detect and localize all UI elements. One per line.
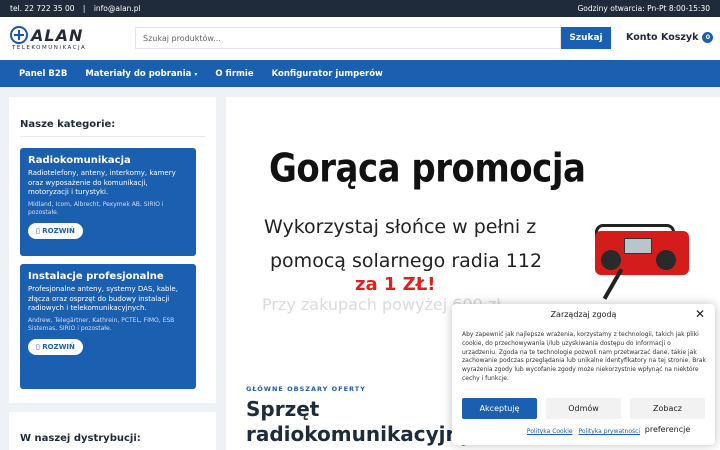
category-title: Instalacje profesjonalne (28, 271, 164, 282)
promo-line-2: pomocą solarnego radia 112 (270, 250, 543, 272)
privacy-policy-link[interactable]: Polityka prywatności (578, 428, 640, 435)
chevron-down-icon: ▾ (194, 70, 198, 78)
logo-subtitle: TELEKOMUNIKACJA (12, 44, 87, 51)
site-header: ALAN TELEKOMUNIKACJA Szukaj (0, 17, 720, 59)
nav-item-about[interactable]: O firmie (215, 69, 253, 79)
topbar-separator: | (82, 4, 86, 13)
distribution-title: W naszej dystrybucji: (20, 433, 141, 444)
logo-name: ALAN (31, 25, 84, 45)
offer-kicker: GŁÓWNE OBSZARY OFERTY (246, 385, 366, 393)
sidebar-title: Nasze kategorie: (20, 119, 116, 130)
promo-title: Gorąca promocja (269, 146, 586, 192)
category-card-radio[interactable]: Radiokomunikacja Radiotelefony, anteny, … (20, 148, 196, 256)
cookie-consent-dialog: Zarządzaj zgodą ✕ Aby zapewnić jak najle… (452, 304, 715, 445)
email-link[interactable]: info@alan.pl (94, 4, 141, 13)
main-nav: Panel B2B Materiały do pobrania ▾ O firmi… (0, 60, 720, 87)
category-title: Radiokomunikacja (28, 155, 131, 166)
nav-item-downloads[interactable]: Materiały do pobrania ▾ (85, 69, 197, 79)
categories-sidebar: Nasze kategorie: Radiokomunikacja Radiot… (9, 97, 216, 403)
cookie-policy-link[interactable]: Polityka Cookie (527, 428, 573, 435)
nav-item-panel-b2b[interactable]: Panel B2B (19, 69, 67, 79)
close-icon[interactable]: ✕ (695, 307, 705, 321)
nav-item-downloads-label: Materiały do pobrania (85, 68, 192, 79)
cart-label: Koszyk (661, 32, 699, 43)
expand-button[interactable]: ▯ ROZWIŃ (28, 338, 83, 355)
opening-hours: Godziny otwarcia: Pn-Pt 8:00-15:30 (577, 4, 710, 13)
site-logo[interactable]: ALAN TELEKOMUNIKACJA (10, 26, 120, 51)
category-description: Radiotelefony, anteny, interkomy, kamery… (28, 169, 176, 196)
expand-button[interactable]: ▯ ROZWIŃ (28, 222, 83, 239)
search-button[interactable]: Szukaj (561, 27, 611, 49)
category-description: Profesjonalne anteny, systemy DAS, kable… (28, 285, 178, 312)
divider (20, 136, 206, 137)
expand-label: ROZWIŃ (42, 226, 75, 235)
deny-button[interactable]: Odmów (546, 398, 621, 419)
search-bar: Szukaj (135, 27, 611, 49)
radio-image-speaker (656, 250, 676, 270)
consent-title: Zarządzaj zgodą (550, 310, 617, 319)
consent-text: Aby zapewnić jak najlepsze wrażenia, kor… (462, 331, 706, 382)
category-brands: Midland, Icom, Albrecht, Pexymek AB, SIR… (28, 200, 164, 216)
category-card-installations[interactable]: Instalacje profesjonalne Profesjonalne a… (20, 264, 196, 389)
promo-price: za 1 ZŁ! (355, 274, 436, 295)
radio-image-display (624, 238, 652, 254)
category-brands: Andrew, Telegärtner, Kathrein, PCTEL, FI… (28, 316, 175, 332)
account-link[interactable]: Konto (626, 32, 658, 43)
distribution-panel: W naszej dystrybucji: (9, 412, 216, 450)
preferences-button[interactable]: Zobacz preferencje (630, 398, 705, 434)
nav-item-jumper-configurator[interactable]: Konfigurator jumperów (272, 69, 383, 79)
radio-image-speaker (601, 250, 621, 270)
globe-icon (10, 26, 28, 44)
accept-button[interactable]: Akceptuję (462, 398, 537, 419)
expand-label: ROZWIŃ (42, 342, 75, 351)
consent-buttons: Akceptuję Odmów Zobacz preferencje (462, 398, 705, 434)
promo-line-1: Wykorzystaj słońce w pełni z (264, 216, 537, 238)
top-bar: tel. 22 722 35 00 | info@alan.pl Godziny… (0, 0, 720, 17)
cart-count-badge: 0 (702, 32, 714, 43)
cart-link[interactable]: Koszyk 0 (661, 32, 714, 43)
phone-number[interactable]: tel. 22 722 35 00 (10, 4, 75, 13)
consent-links: Polityka Cookie Polityka prywatności (452, 428, 715, 435)
search-input[interactable] (135, 27, 561, 49)
